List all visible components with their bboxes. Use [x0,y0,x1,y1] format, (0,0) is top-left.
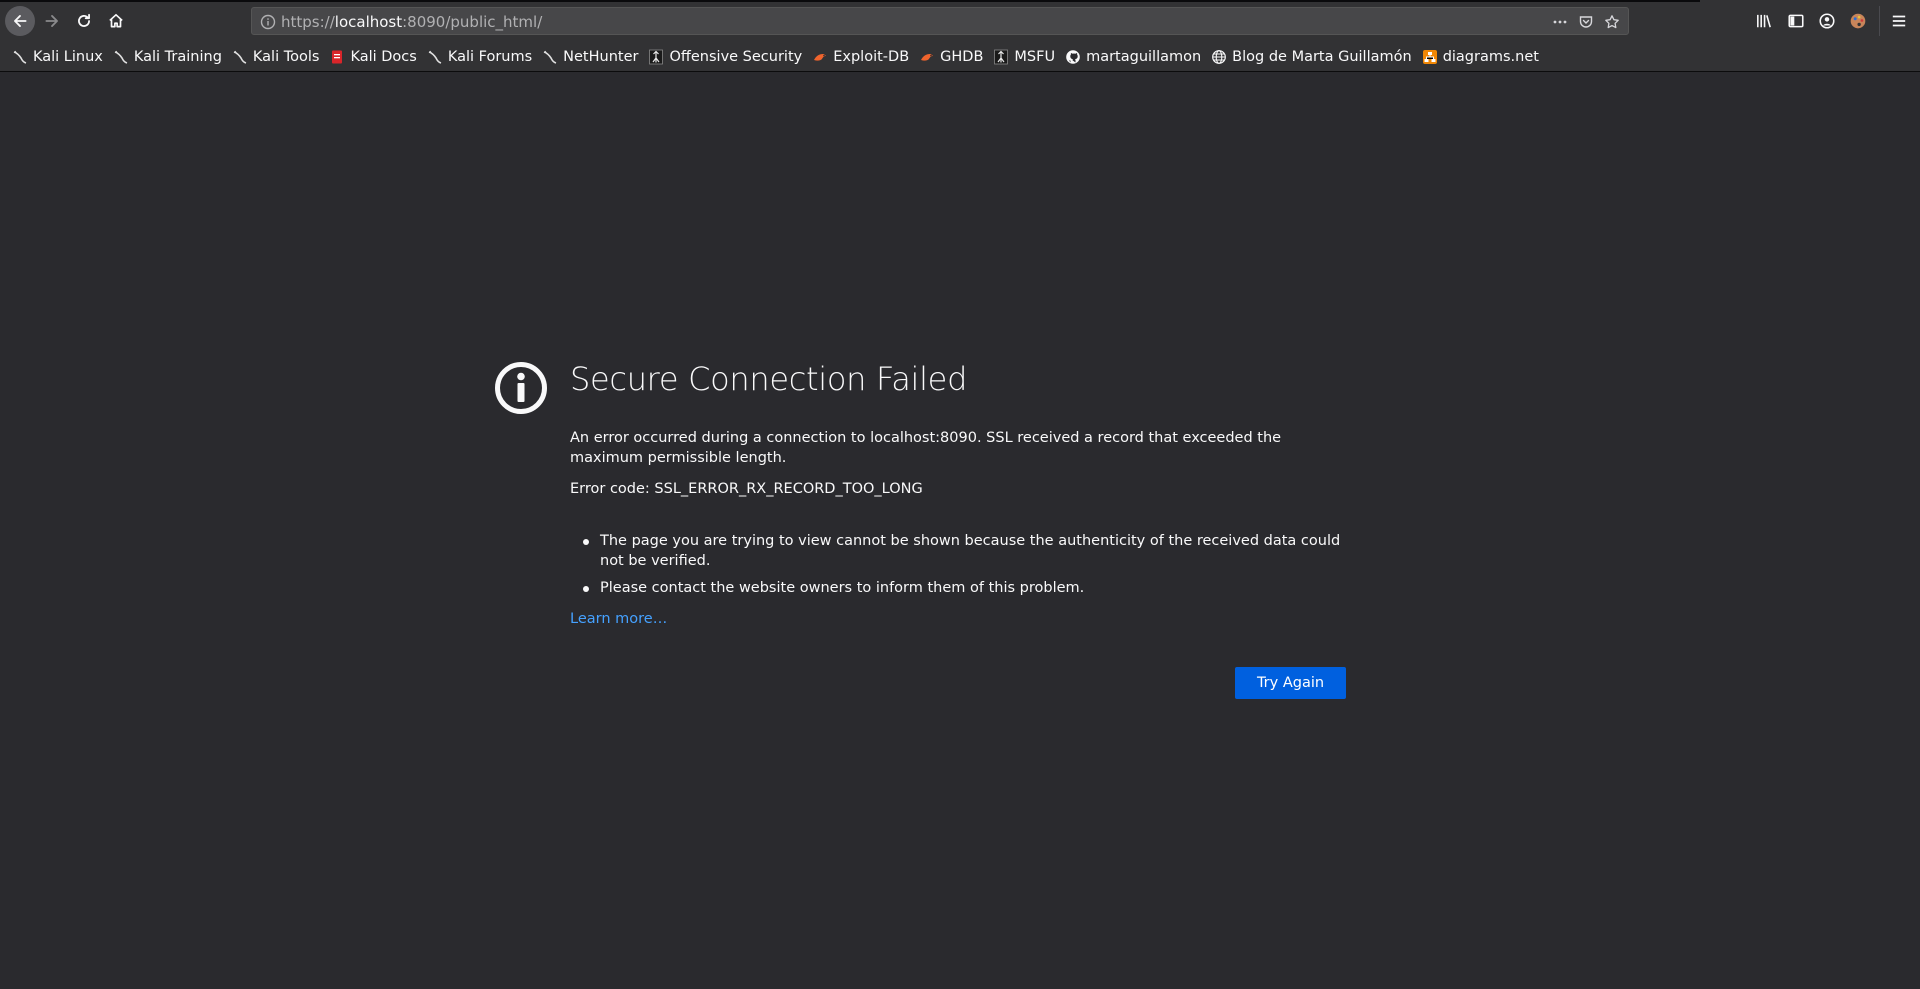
kali-dragon-icon [12,49,28,65]
bookmark-offensive-security[interactable]: Offensive Security [644,45,807,69]
bookmark-label: NetHunter [563,48,639,65]
site-info-icon[interactable] [258,12,278,32]
arrow-left-icon [14,15,27,27]
account-button[interactable] [1816,10,1838,32]
forward-button[interactable] [37,6,67,36]
bookmark-label: GHDB [940,48,984,65]
more-horizontal-icon [1553,20,1567,24]
error-description: An error occurred during a connection to… [570,430,1282,466]
url-scheme: https:// [281,13,335,31]
bookmark-star-button[interactable] [1602,12,1622,32]
globe-icon [1211,49,1227,65]
bookmark-label: martaguillamon [1086,48,1202,65]
github-icon [1065,49,1081,65]
home-icon [109,13,123,28]
page-actions-button[interactable] [1550,12,1570,32]
toolbar-separator [1879,6,1880,36]
list-item: Please contact the website owners to inf… [583,578,1360,598]
list-item: The page you are trying to view cannot b… [583,531,1360,571]
bookmark-label: Offensive Security [669,48,803,65]
bookmark-msfu[interactable]: MSFU [989,45,1060,69]
reload-button[interactable] [69,6,99,36]
extension-button[interactable] [1847,10,1869,32]
app-menu-button[interactable] [1888,10,1910,32]
try-again-button[interactable]: Try Again [1235,667,1346,699]
bookmark-label: Blog de Marta Guillamón [1232,48,1412,65]
back-button[interactable] [5,6,35,36]
bookmark-label: Kali Training [133,48,222,65]
library-button[interactable] [1753,10,1775,32]
bookmark-kali-forums[interactable]: Kali Forums [423,45,537,69]
offsec-icon [648,49,664,65]
error-code: Error code: SSL_ERROR_RX_RECORD_TOO_LONG [570,481,923,497]
palette-icon [1850,13,1866,29]
arrow-right-icon [45,15,58,27]
url-bar[interactable]: https://localhost:8090/public_html/ [251,7,1629,35]
hamburger-menu-icon [1892,15,1906,27]
bookmark-kali-tools[interactable]: Kali Tools [228,45,325,69]
bookmark-kali-docs[interactable]: Kali Docs [325,45,421,69]
info-icon [495,362,547,414]
tab-strip-edge [0,0,1700,2]
url-path: :8090/public_html/ [402,13,543,31]
bookmark-blog-marta[interactable]: Blog de Marta Guillamón [1207,45,1417,69]
kali-dragon-icon [542,49,558,65]
bookmark-label: Kali Forums [447,48,533,65]
bookmark-label: diagrams.net [1442,48,1539,65]
kali-dragon-icon [427,49,443,65]
kali-docs-icon [329,49,345,65]
bookmark-label: MSFU [1014,48,1056,65]
diagrams-icon [1422,49,1438,65]
bookmark-exploit-db[interactable]: Exploit-DB [808,45,914,69]
page-title: Secure Connection Failed [570,360,968,398]
learn-more-link[interactable]: Learn more… [570,611,667,627]
bookmarks-toolbar: Kali Linux Kali Training Kali Tools Kali… [0,42,1920,72]
error-advice-list: The page you are trying to view cannot b… [570,531,1360,605]
pocket-icon [1579,16,1593,28]
url-text[interactable]: https://localhost:8090/public_html/ [281,13,542,31]
kali-dragon-icon [232,49,248,65]
home-button[interactable] [101,6,131,36]
sidebar-icon [1788,14,1804,28]
bookmark-diagrams-net[interactable]: diagrams.net [1418,45,1544,69]
bookmark-kali-training[interactable]: Kali Training [109,45,227,69]
sidebar-button[interactable] [1785,10,1807,32]
offsec-icon [993,49,1009,65]
kali-dragon-icon [113,49,129,65]
account-icon [1819,13,1835,29]
nav-toolbar: https://localhost:8090/public_html/ [0,0,1920,42]
exploit-db-icon [919,49,935,65]
pocket-button[interactable] [1576,12,1596,32]
bookmark-ghdb[interactable]: GHDB [915,45,988,69]
star-icon [1605,15,1619,29]
bookmark-label: Kali Linux [33,48,103,65]
bookmark-kali-linux[interactable]: Kali Linux [8,45,108,69]
bookmark-label: Kali Docs [350,48,417,65]
reload-icon [78,13,90,27]
bookmark-nethunter[interactable]: NetHunter [538,45,643,69]
library-icon [1757,14,1771,28]
bookmark-martaguillamon[interactable]: martaguillamon [1061,45,1206,69]
bookmark-label: Kali Tools [252,48,320,65]
exploit-db-icon [812,49,828,65]
bookmark-label: Exploit-DB [833,48,910,65]
url-host: localhost [334,13,403,31]
